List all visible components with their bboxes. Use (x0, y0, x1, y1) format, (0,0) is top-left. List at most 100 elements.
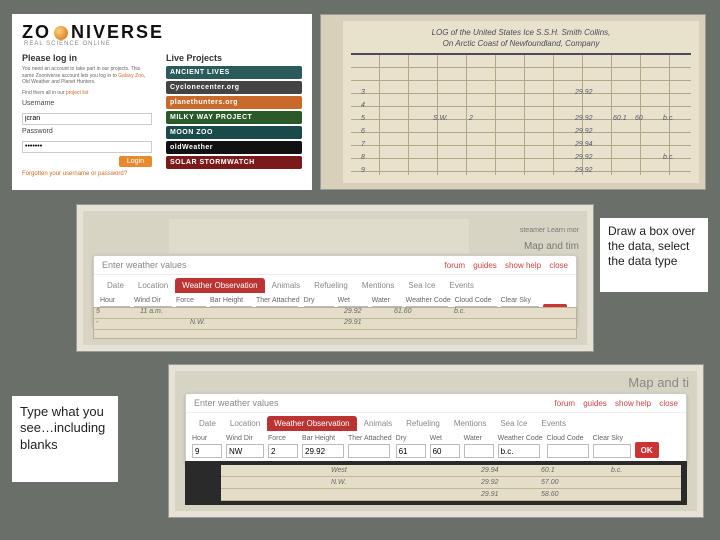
tab-animals[interactable]: Animals (357, 416, 399, 431)
strip-cell: N.W. (190, 319, 205, 326)
project-item[interactable]: SOLAR STORMWATCH (166, 156, 302, 169)
projects-heading: Live Projects (166, 53, 302, 63)
ledger-cell: 29.92 (575, 89, 593, 96)
strip-rownum: 5 (96, 308, 100, 315)
middle-screenshot: steamer Learn mor Map and tim Enter weat… (76, 204, 594, 352)
tab-seaice[interactable]: Sea Ice (493, 416, 534, 431)
category-tabs: Date Location Weather Observation Animal… (94, 275, 576, 293)
faded-ledger (169, 219, 469, 253)
barheight-label: Bar Height (210, 297, 252, 304)
guides-link[interactable]: guides (583, 399, 607, 408)
water-input[interactable] (464, 444, 494, 458)
tab-weather-observation[interactable]: Weather Observation (267, 416, 356, 431)
tab-weather-observation[interactable]: Weather Observation (175, 278, 264, 293)
wet-label: Wet (430, 435, 460, 442)
bot-ledger-strip: West N.W. 29.94 29.92 29.91 60.1 57.00 5… (185, 461, 687, 505)
dry-label: Dry (304, 297, 334, 304)
tab-refueling[interactable]: Refueling (307, 278, 355, 293)
weathercode-label: Weather Code (406, 297, 451, 304)
tab-seaice[interactable]: Sea Ice (401, 278, 442, 293)
strip-cell: 29.91 (481, 491, 499, 498)
tab-mentions[interactable]: Mentions (355, 278, 401, 293)
forum-link[interactable]: forum (445, 261, 465, 270)
panel-title: Enter weather values (194, 398, 279, 408)
force-label: Force (268, 435, 298, 442)
hour-input[interactable] (192, 444, 222, 458)
winddir-label: Wind Dir (226, 435, 264, 442)
ledger-cell: 29.92 (575, 154, 593, 161)
strip-cell: 60.1 (541, 467, 555, 474)
strip-cell: 58.60 (541, 491, 559, 498)
tab-date[interactable]: Date (192, 416, 223, 431)
close-link[interactable]: close (659, 399, 678, 408)
logo-pre: ZO (22, 22, 51, 43)
ledger-cell: b.c. (663, 115, 674, 122)
water-label: Water (464, 435, 494, 442)
wet-input[interactable] (430, 444, 460, 458)
tab-animals[interactable]: Animals (265, 278, 307, 293)
project-item[interactable]: oldWeather (166, 141, 302, 154)
panel-title: Enter weather values (102, 260, 187, 270)
mid-ledger-strip: 5 - 11 a.m. N.W. 29.92 29.91 61.60 b.c. (93, 307, 577, 339)
tab-date[interactable]: Date (100, 278, 131, 293)
guides-link[interactable]: guides (473, 261, 497, 270)
close-link[interactable]: close (549, 261, 568, 270)
forum-link[interactable]: forum (555, 399, 575, 408)
strip-cell: 61.60 (394, 308, 412, 315)
dry-label: Dry (396, 435, 426, 442)
ledger-rownum: 7 (361, 141, 365, 148)
username-input[interactable] (22, 113, 152, 125)
callout-type-what-you-see: Type what you see…including blanks (12, 396, 118, 482)
hour-label: Hour (100, 297, 130, 304)
weathercode-label: Weather Code (498, 435, 543, 442)
steamer-text: steamer Learn mor (520, 227, 579, 234)
tab-events[interactable]: Events (534, 416, 572, 431)
login-button[interactable]: Login (119, 156, 152, 167)
strip-cell: 29.91 (344, 319, 362, 326)
barheight-label: Bar Height (302, 435, 344, 442)
dry-input[interactable] (396, 444, 426, 458)
ledger-cell: 29.94 (575, 141, 593, 148)
project-item[interactable]: Cyclonecenter.org (166, 81, 302, 94)
tab-refueling[interactable]: Refueling (399, 416, 447, 431)
tab-location[interactable]: Location (131, 278, 175, 293)
force-input[interactable] (268, 444, 298, 458)
project-item[interactable]: MOON ZOO (166, 126, 302, 139)
ledger-cell: 29.92 (575, 115, 593, 122)
password-input[interactable] (22, 141, 152, 153)
winddir-input[interactable] (226, 444, 264, 458)
project-item[interactable]: MILKY WAY PROJECT (166, 111, 302, 124)
tab-events[interactable]: Events (442, 278, 480, 293)
logo-dot-icon (54, 26, 68, 40)
strip-cell: 29.92 (344, 308, 362, 315)
showhelp-link[interactable]: show help (615, 399, 651, 408)
ledger-cell: S.W. (433, 115, 448, 122)
weathercode-input[interactable] (498, 444, 540, 458)
forgot-link[interactable]: Forgotten your username or password? (22, 171, 152, 177)
therattached-input[interactable] (348, 444, 390, 458)
showhelp-link[interactable]: show help (505, 261, 541, 270)
ledger-rownum: 8 (361, 154, 365, 161)
ledger-rownum: 6 (361, 128, 365, 135)
tab-location[interactable]: Location (223, 416, 267, 431)
ok-button[interactable]: OK (635, 442, 659, 458)
logo-post: NIVERSE (71, 22, 164, 43)
clearsky-input[interactable] (593, 444, 631, 458)
strip-cell: 29.94 (481, 467, 499, 474)
therattached-label: Ther Attached (348, 435, 392, 442)
category-tabs: Date Location Weather Observation Animal… (186, 413, 686, 431)
ledger-image: LOG of the United States Ice S.S.H. Smit… (320, 14, 706, 190)
ledger-cell: 60.1 (613, 115, 627, 122)
login-card: ZO NIVERSE REAL SCIENCE ONLINE Please lo… (12, 14, 312, 190)
strip-cell: b.c. (611, 467, 622, 474)
project-item[interactable]: planethunters.org (166, 96, 302, 109)
cloudcode-input[interactable] (547, 444, 589, 458)
project-item[interactable]: ANCIENT LIVES (166, 66, 302, 79)
barheight-input[interactable] (302, 444, 344, 458)
map-time-heading-bot: Map and ti (628, 375, 689, 390)
force-label: Force (176, 297, 206, 304)
panel-links: forum guides show help close (439, 261, 568, 270)
strip-cell: 11 a.m. (140, 308, 163, 315)
ledger-cell: 2 (469, 115, 473, 122)
tab-mentions[interactable]: Mentions (447, 416, 493, 431)
